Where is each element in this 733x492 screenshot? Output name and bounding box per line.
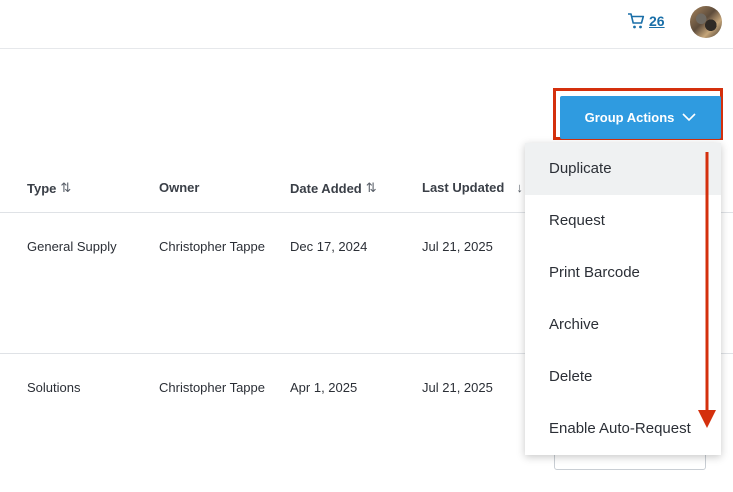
menu-item-duplicate[interactable]: Duplicate	[525, 143, 721, 195]
column-header-date-added[interactable]: Date Added ⇅	[290, 180, 377, 196]
menu-item-archive[interactable]: Archive	[525, 299, 721, 351]
cart-button[interactable]: 26	[627, 10, 665, 32]
chevron-down-icon	[682, 110, 696, 125]
cart-icon	[627, 12, 645, 30]
top-bar: 26	[0, 0, 733, 49]
column-header-label: Owner	[159, 180, 200, 195]
column-header-label: Date Added	[290, 180, 362, 196]
cell-date-added: Apr 1, 2025	[290, 380, 358, 395]
cell-type: General Supply	[27, 239, 117, 254]
column-header-label: Type	[27, 180, 57, 196]
menu-item-enable-auto-request[interactable]: Enable Auto-Request	[525, 403, 721, 455]
sort-icon[interactable]: ⇅	[60, 180, 71, 196]
column-header-last-updated[interactable]: Last Updated ↓	[422, 180, 523, 195]
sort-descending-icon[interactable]: ↓	[516, 180, 523, 195]
cell-last-updated: Jul 21, 2025	[422, 380, 493, 395]
cell-last-updated: Jul 21, 2025	[422, 239, 493, 254]
sort-icon[interactable]: ⇅	[366, 180, 377, 196]
menu-item-print-barcode[interactable]: Print Barcode	[525, 247, 721, 299]
column-header-owner[interactable]: Owner	[159, 180, 199, 195]
column-header-type[interactable]: Type ⇅	[27, 180, 71, 196]
cell-owner: Christopher Tappe	[159, 380, 265, 395]
group-actions-button[interactable]: Group Actions	[560, 96, 721, 139]
cell-date-added: Dec 17, 2024	[290, 239, 368, 254]
menu-item-delete[interactable]: Delete	[525, 351, 721, 403]
group-actions-label: Group Actions	[584, 110, 675, 125]
cell-type: Solutions	[27, 380, 81, 395]
avatar[interactable]	[690, 6, 722, 38]
cart-count[interactable]: 26	[649, 13, 665, 29]
menu-item-request[interactable]: Request	[525, 195, 721, 247]
group-actions-menu: Duplicate Request Print Barcode Archive …	[525, 143, 721, 455]
cell-owner: Christopher Tappe	[159, 239, 265, 254]
arrow-down-icon	[698, 152, 716, 428]
column-header-label: Last Updated	[422, 180, 505, 195]
